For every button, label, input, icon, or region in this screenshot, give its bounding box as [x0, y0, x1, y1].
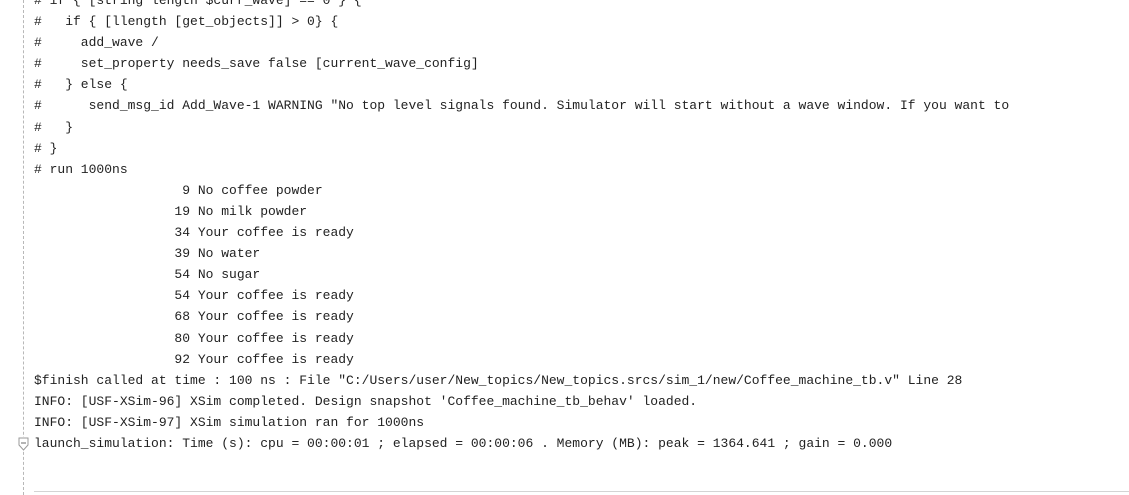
console-line: 68 Your coffee is ready — [34, 309, 354, 325]
console-line: 54 No sugar — [34, 267, 261, 283]
console-line: 34 Your coffee is ready — [34, 225, 354, 241]
tcl-console-output[interactable]: # if { [string length $curr_wave] == 0 }… — [0, 0, 1129, 495]
console-lines: # if { [string length $curr_wave] == 0 }… — [34, 0, 1009, 454]
console-line: # add_wave / — [34, 35, 159, 51]
gutter-guide — [23, 0, 24, 495]
console-line: 19 No milk powder — [34, 203, 308, 219]
collapse-icon[interactable] — [18, 437, 29, 451]
console-line: $finish called at time : 100 ns : File "… — [34, 372, 963, 388]
console-line: launch_simulation: Time (s): cpu = 00:00… — [34, 435, 893, 451]
console-line: # set_property needs_save false [current… — [34, 56, 479, 72]
console-line: # if { [llength [get_objects]] > 0} { — [34, 14, 339, 30]
console-line: 9 No coffee powder — [34, 182, 323, 198]
console-line: # if { [string length $curr_wave] == 0 }… — [34, 0, 362, 8]
console-line: 54 Your coffee is ready — [34, 288, 354, 304]
console-line: 92 Your coffee is ready — [34, 351, 354, 367]
console-line: # run 1000ns — [34, 161, 128, 177]
console-line: INFO: [USF-XSim-97] XSim simulation ran … — [34, 414, 425, 430]
console-line: # } — [34, 119, 74, 135]
console-bottom-divider — [34, 491, 1129, 492]
console-line: # } — [34, 140, 58, 156]
console-line: # send_msg_id Add_Wave-1 WARNING "No top… — [34, 98, 1010, 114]
console-line: # } else { — [34, 77, 128, 93]
console-line: 39 No water — [34, 246, 261, 262]
console-line: 80 Your coffee is ready — [34, 330, 354, 346]
console-line: INFO: [USF-XSim-96] XSim completed. Desi… — [34, 393, 698, 409]
